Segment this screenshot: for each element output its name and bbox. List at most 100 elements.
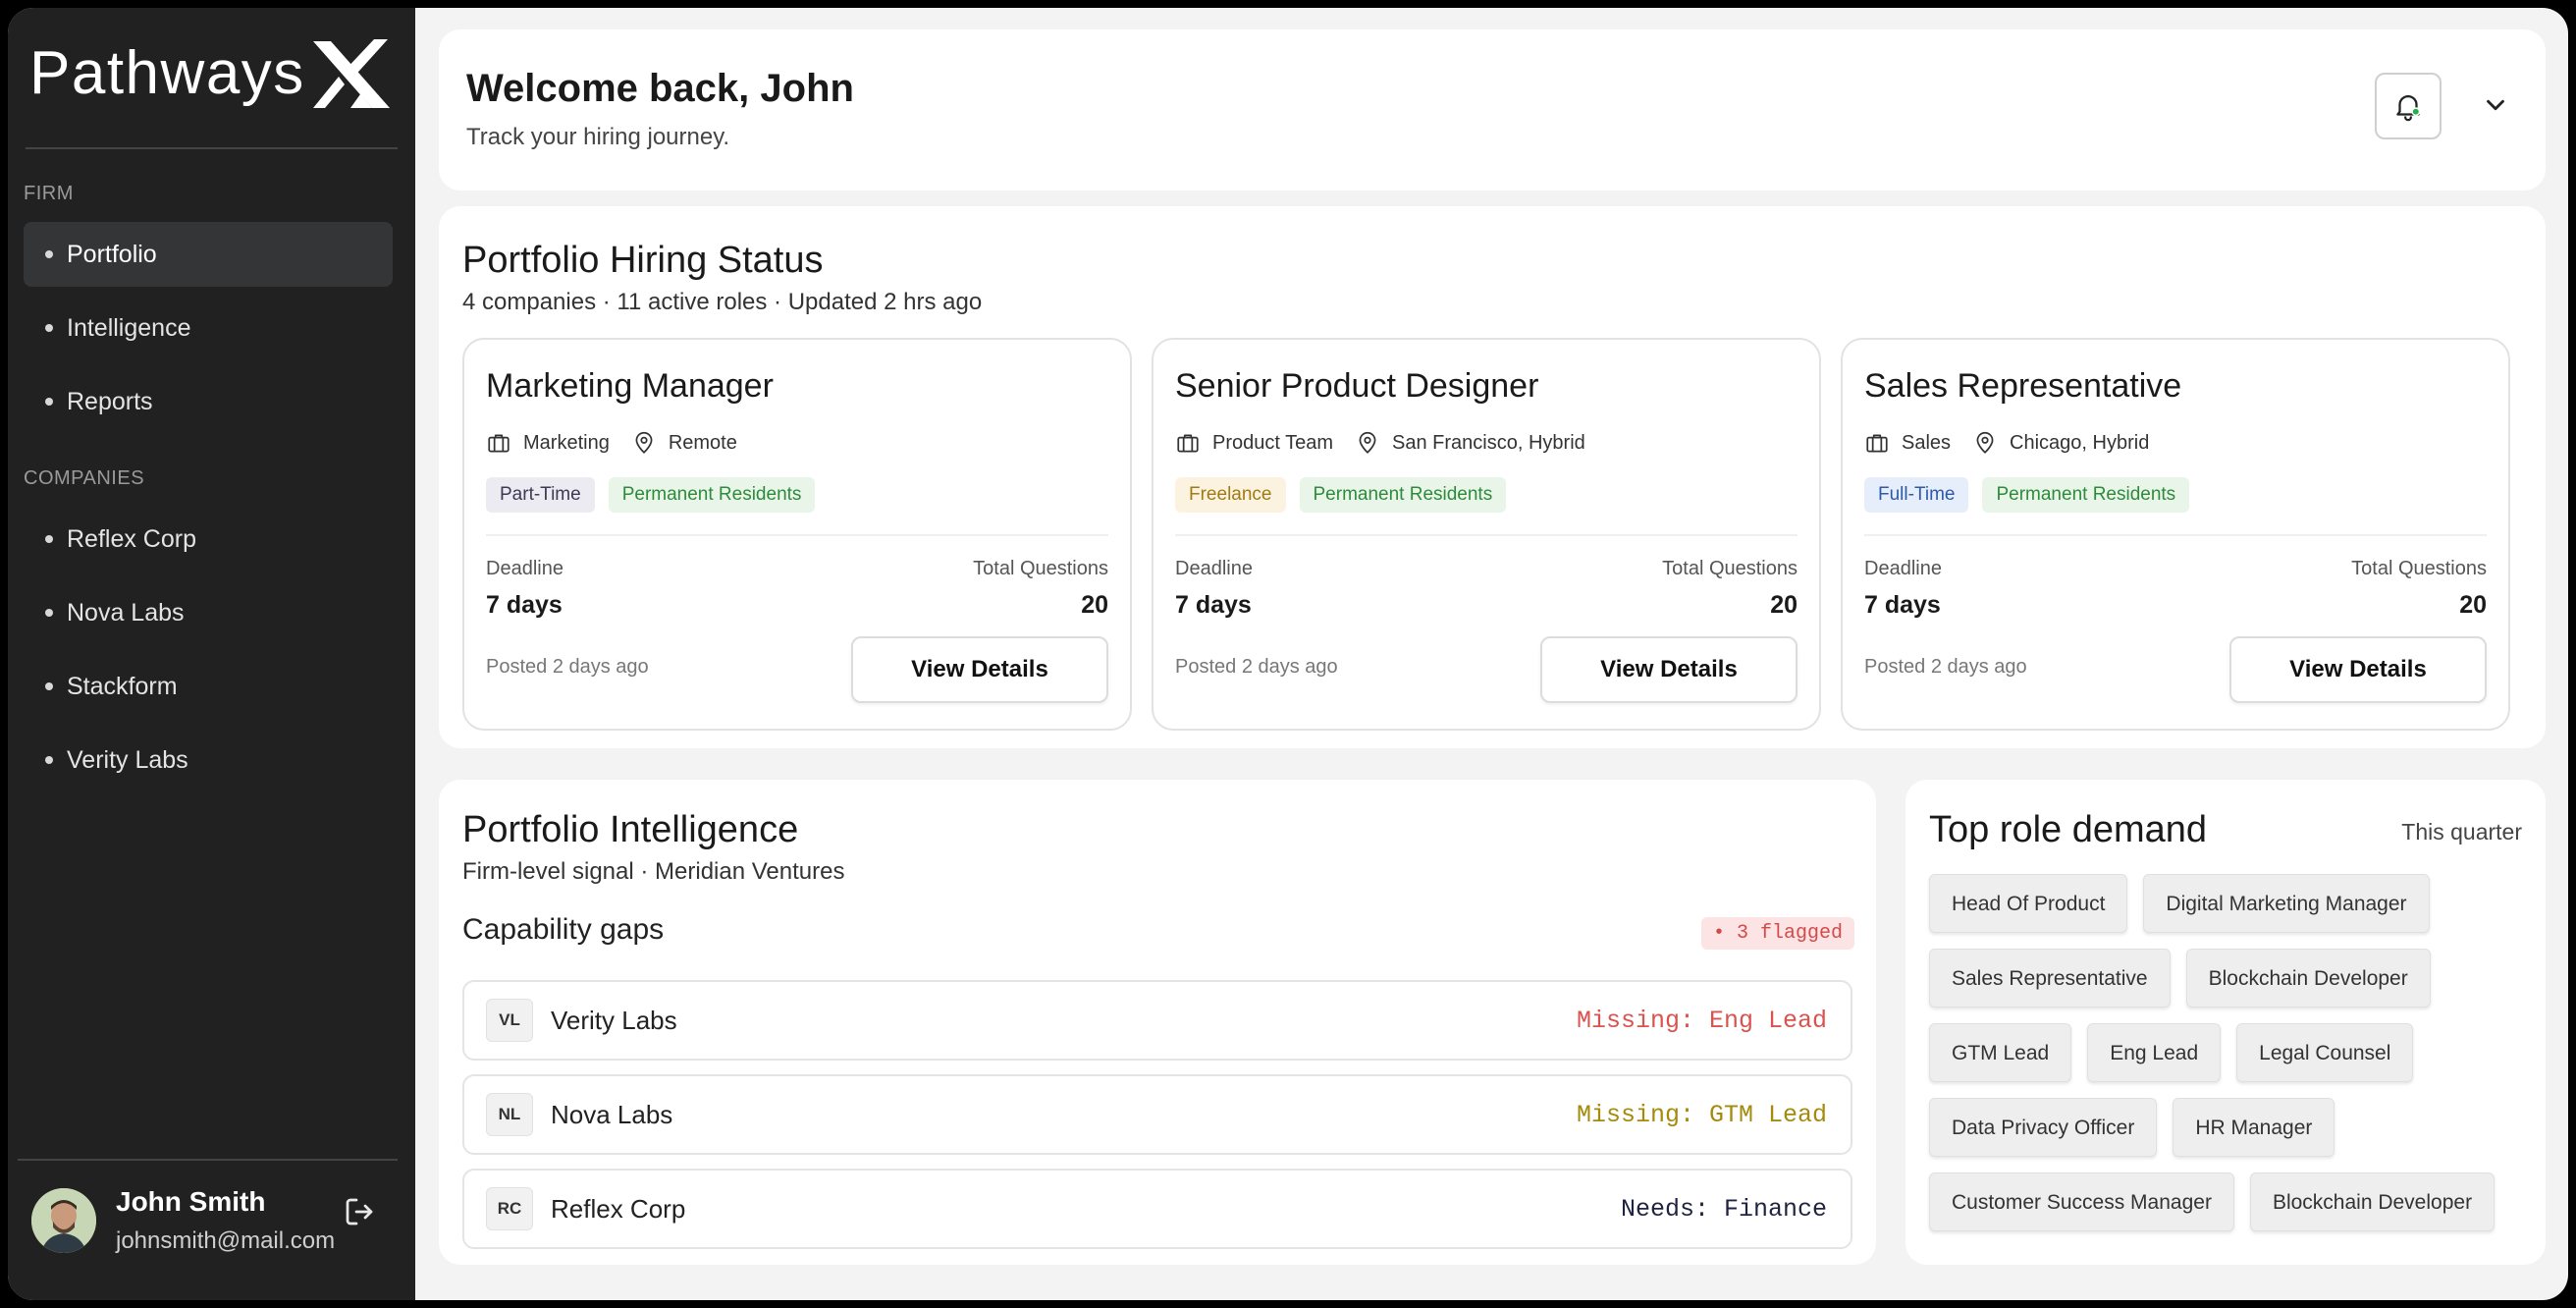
job-tag: Part-Time xyxy=(486,477,595,513)
briefcase-icon xyxy=(1864,430,1890,456)
role-chip[interactable]: GTM Lead xyxy=(1929,1023,2072,1082)
questions-label: Total Questions xyxy=(2351,558,2487,579)
page-subtitle: Track your hiring journey. xyxy=(466,124,730,150)
sidebar-item-reports[interactable]: Reports xyxy=(24,369,393,434)
job-tag: Full-Time xyxy=(1864,477,1969,513)
job-title: Marketing Manager xyxy=(486,367,774,405)
view-details-button[interactable]: View Details xyxy=(2229,636,2487,703)
deadline-value: 7 days xyxy=(486,591,563,619)
role-chip[interactable]: Blockchain Developer xyxy=(2185,949,2431,1008)
brand-logo[interactable]: Pathways xyxy=(29,33,392,112)
role-chip[interactable]: Legal Counsel xyxy=(2236,1023,2414,1082)
gap-status: Needs: Finance xyxy=(1620,1194,1827,1224)
deadline-label: Deadline xyxy=(486,558,564,579)
sidebar-item-stackform[interactable]: Stackform xyxy=(24,654,393,719)
sidebar-item-portfolio[interactable]: Portfolio xyxy=(24,222,393,287)
job-title: Senior Product Designer xyxy=(1175,367,1539,405)
section-subtitle: 4 companies · 11 active roles · Updated … xyxy=(462,289,983,315)
chevron-down-icon[interactable] xyxy=(2481,90,2510,120)
job-card[interactable]: Senior Product Designer Product Team San F… xyxy=(1152,338,1821,731)
role-chip[interactable]: Data Privacy Officer xyxy=(1929,1098,2158,1157)
sidebar: Pathways FIRM Portfolio Intelligence Rep… xyxy=(8,8,415,1300)
bullet-icon xyxy=(45,756,53,764)
role-chip-list: Head Of Product Digital Marketing Manager… xyxy=(1929,874,2528,1247)
job-department: Sales xyxy=(1902,431,1952,454)
section-title: Top role demand xyxy=(1929,809,2208,850)
user-email: johnsmith@mail.com xyxy=(116,1227,336,1254)
avatar-image xyxy=(31,1188,96,1253)
job-tags: Part-Time Permanent Residents xyxy=(486,477,829,513)
bullet-icon xyxy=(45,398,53,406)
deadline-value: 7 days xyxy=(1175,591,1252,619)
brand-mark-icon xyxy=(312,39,390,108)
view-details-button[interactable]: View Details xyxy=(1540,636,1798,703)
job-location: San Francisco, Hybrid xyxy=(1392,431,1585,454)
questions-value: 20 xyxy=(1770,591,1798,619)
role-chip[interactable]: HR Manager xyxy=(2173,1098,2335,1157)
job-tag: Freelance xyxy=(1175,477,1286,513)
divider xyxy=(18,1159,398,1161)
job-department: Marketing xyxy=(523,431,610,454)
sidebar-item-intelligence[interactable]: Intelligence xyxy=(24,296,393,360)
capability-gap-row[interactable]: VL Verity Labs Missing: Eng Lead xyxy=(462,980,1852,1061)
notifications-button[interactable] xyxy=(2375,73,2442,139)
deadline-label: Deadline xyxy=(1175,558,1253,579)
brand-name: Pathways xyxy=(29,38,305,107)
location-pin-icon xyxy=(1972,430,1998,456)
portfolio-intelligence: Portfolio Intelligence Firm-level signal… xyxy=(439,780,1876,1265)
bullet-icon xyxy=(45,250,53,258)
app-window: Pathways FIRM Portfolio Intelligence Rep… xyxy=(8,8,2568,1300)
divider xyxy=(1864,534,2487,536)
section-subtitle: Firm-level signal · Meridian Ventures xyxy=(462,858,845,885)
job-tag: Permanent Residents xyxy=(1299,477,1507,513)
role-chip[interactable]: Customer Success Manager xyxy=(1929,1172,2234,1231)
company-initials: NL xyxy=(486,1093,533,1136)
questions-label: Total Questions xyxy=(973,558,1108,579)
role-chip[interactable]: Digital Marketing Manager xyxy=(2143,874,2430,933)
section-label-firm: FIRM xyxy=(24,183,74,204)
period-label: This quarter xyxy=(2401,819,2522,845)
job-meta: Marketing Remote xyxy=(486,430,737,456)
role-chip[interactable]: Head Of Product xyxy=(1929,874,2128,933)
sidebar-item-label: Intelligence xyxy=(67,313,191,342)
job-tag: Permanent Residents xyxy=(608,477,816,513)
job-location: Chicago, Hybrid xyxy=(2010,431,2150,454)
sidebar-item-verity-labs[interactable]: Verity Labs xyxy=(24,728,393,792)
page-title: Welcome back, John xyxy=(466,67,854,110)
logout-icon[interactable] xyxy=(342,1194,377,1229)
company-name: Verity Labs xyxy=(551,1005,677,1035)
top-role-demand: Top role demand This quarter Head Of Pro… xyxy=(1905,780,2546,1265)
main-content: Welcome back, John Track your hiring jou… xyxy=(415,8,2568,1300)
sidebar-item-label: Stackform xyxy=(67,672,178,700)
job-meta: Product Team San Francisco, Hybrid xyxy=(1175,430,1585,456)
sidebar-item-label: Reflex Corp xyxy=(67,524,196,553)
deadline-value: 7 days xyxy=(1864,591,1941,619)
company-initials: RC xyxy=(486,1187,533,1230)
job-tag: Permanent Residents xyxy=(1982,477,2190,513)
sidebar-item-reflex-corp[interactable]: Reflex Corp xyxy=(24,507,393,572)
briefcase-icon xyxy=(1175,430,1201,456)
bell-icon xyxy=(2396,95,2421,122)
posted-time: Posted 2 days ago xyxy=(1175,656,1338,678)
posted-time: Posted 2 days ago xyxy=(486,656,649,678)
questions-label: Total Questions xyxy=(1662,558,1798,579)
user-profile[interactable]: John Smith johnsmith@mail.com xyxy=(31,1186,335,1255)
bullet-icon xyxy=(45,609,53,617)
job-card[interactable]: Marketing Manager Marketing Remote Part-Tim… xyxy=(462,338,1132,731)
welcome-header: Welcome back, John Track your hiring jou… xyxy=(439,29,2546,191)
section-title: Portfolio Hiring Status xyxy=(462,240,824,281)
job-tags: Freelance Permanent Residents xyxy=(1175,477,1520,513)
flagged-badge: • 3 flagged xyxy=(1700,917,1854,950)
job-card[interactable]: Sales Representative Sales Chicago, Hybrid… xyxy=(1841,338,2510,731)
sidebar-item-nova-labs[interactable]: Nova Labs xyxy=(24,580,393,645)
capability-gap-row[interactable]: NL Nova Labs Missing: GTM Lead xyxy=(462,1074,1852,1155)
sidebar-item-label: Nova Labs xyxy=(67,598,185,627)
view-details-button[interactable]: View Details xyxy=(851,636,1108,703)
job-title: Sales Representative xyxy=(1864,367,2182,405)
section-title: Portfolio Intelligence xyxy=(462,809,799,850)
capability-gap-row[interactable]: RC Reflex Corp Needs: Finance xyxy=(462,1169,1852,1249)
role-chip[interactable]: Blockchain Developer xyxy=(2249,1172,2496,1231)
role-chip[interactable]: Sales Representative xyxy=(1929,949,2171,1008)
role-chip[interactable]: Eng Lead xyxy=(2087,1023,2222,1082)
location-pin-icon xyxy=(631,430,657,456)
